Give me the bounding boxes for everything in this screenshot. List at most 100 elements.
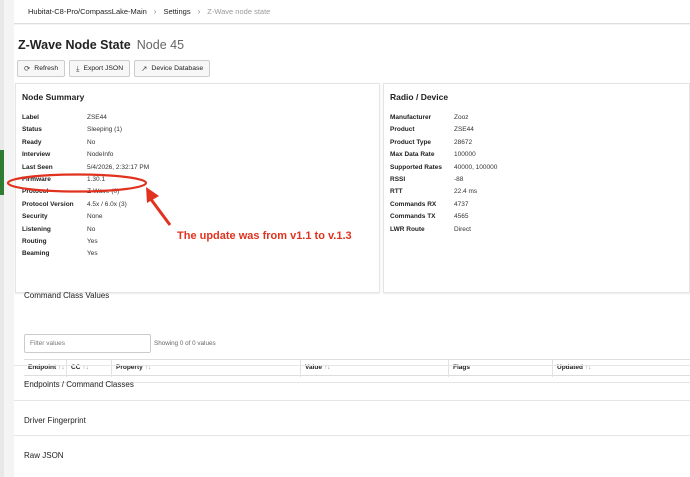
row-value: ZSE44 — [454, 126, 474, 134]
external-link-icon: ↗ — [141, 64, 148, 73]
device-database-label: Device Database — [151, 65, 204, 72]
row-value: No — [87, 138, 96, 146]
export-json-label: Export JSON — [83, 65, 124, 72]
row-value: No — [87, 225, 96, 233]
section-divider — [14, 400, 690, 401]
summary-row-ready: Ready No — [22, 139, 149, 151]
row-key: Protocol Version — [22, 200, 74, 208]
summary-row-label: Label ZSE44 — [22, 114, 149, 126]
export-json-button[interactable]: ⤓ Export JSON — [69, 60, 131, 77]
summary-row-firmware: Firmware 1.30.1 — [22, 176, 149, 188]
row-value: Yes — [87, 237, 98, 245]
row-value: 1.30.1 — [87, 175, 106, 183]
radio-row-product-type: Product Type 28672 — [390, 139, 497, 151]
row-value: 28672 — [454, 138, 473, 146]
row-key: Listening — [22, 225, 51, 233]
filter-values-input[interactable]: Filter values — [24, 334, 151, 353]
row-value: 40000, 100000 — [454, 163, 498, 171]
annotation-text: The update was from v1.1 to v.1.3 — [177, 230, 352, 242]
endpoints-section-title[interactable]: Endpoints / Command Classes — [24, 380, 134, 389]
radio-row-rtt: RTT 22.4 ms — [390, 188, 497, 200]
row-value: NodeInfo — [87, 151, 114, 159]
showing-count: Showing 0 of 0 values — [154, 340, 216, 347]
radio-device-list: Manufacturer Zooz Product ZSE44 Product Ty… — [390, 114, 497, 238]
summary-row-protocol: Protocol Z-Wave (0) — [22, 188, 149, 200]
page-title: Z-Wave Node State Node 45 — [18, 38, 184, 52]
row-key: RSSI — [390, 175, 406, 183]
node-id-subtitle: Node 45 — [136, 38, 185, 52]
summary-row-security: Security None — [22, 213, 149, 225]
download-icon: ⤓ — [76, 63, 80, 73]
row-key: Routing — [22, 237, 47, 245]
row-key: Ready — [22, 138, 42, 146]
row-key: Beaming — [22, 250, 50, 258]
page-title-text: Z-Wave Node State — [18, 38, 131, 52]
row-key: Commands TX — [390, 213, 436, 221]
radio-row-commands-rx: Commands RX 4737 — [390, 201, 497, 213]
refresh-label: Refresh — [34, 65, 59, 72]
refresh-icon: ⟳ — [24, 64, 31, 73]
row-value: 100000 — [454, 151, 476, 159]
column-divider — [66, 360, 67, 377]
column-divider — [552, 360, 553, 377]
row-key: Commands RX — [390, 200, 437, 208]
command-class-table-header: Endpoint ↑↓ CC ↑↓ Property ↑↓ Value ↑↓ Flags… — [24, 359, 690, 377]
row-value: 5/4/2026, 2:32:17 PM — [87, 163, 150, 171]
radio-device-title: Radio / Device — [390, 92, 449, 102]
row-key: Product Type — [390, 138, 432, 146]
row-key: Max Data Rate — [390, 151, 435, 159]
row-value: Direct — [454, 225, 471, 233]
summary-row-interview: Interview NodeInfo — [22, 151, 149, 163]
breadcrumb: Hubitat-C8-Pro/CompassLake-Main › Settin… — [14, 0, 690, 24]
radio-row-supported-rates: Supported Rates 40000, 100000 — [390, 164, 497, 176]
row-value: Z-Wave (0) — [87, 188, 120, 196]
summary-row-protocol-version: Protocol Version 4.5x / 6.0x (3) — [22, 201, 149, 213]
column-divider — [111, 360, 112, 377]
radio-row-product: Product ZSE44 — [390, 126, 497, 138]
left-edge-strip — [0, 0, 4, 477]
breadcrumb-settings[interactable]: Settings — [163, 7, 190, 16]
summary-row-beaming: Beaming Yes — [22, 250, 149, 262]
driver-fingerprint-section-title[interactable]: Driver Fingerprint — [24, 416, 86, 425]
section-divider — [14, 435, 690, 436]
chevron-right-icon: › — [197, 7, 201, 16]
summary-row-last-seen: Last Seen 5/4/2026, 2:32:17 PM — [22, 164, 149, 176]
summary-row-status: Status Sleeping (1) — [22, 126, 149, 138]
command-class-values-title: Command Class Values — [24, 291, 110, 300]
chevron-right-icon: › — [153, 7, 157, 16]
main-content: Z-Wave Node State Node 45 ⟳ Refresh ⤓ Exp… — [14, 25, 690, 477]
row-key: Product — [390, 126, 415, 134]
row-key: Protocol — [22, 188, 49, 196]
radio-device-card: Radio / Device Manufacturer Zooz Product Z… — [383, 83, 690, 293]
raw-json-section-title[interactable]: Raw JSON — [24, 451, 64, 460]
row-key: Firmware — [22, 175, 51, 183]
row-key: Status — [22, 126, 42, 134]
column-divider — [300, 360, 301, 377]
row-value: Sleeping (1) — [87, 126, 123, 134]
row-value: None — [87, 213, 103, 221]
row-key: Supported Rates — [390, 163, 443, 171]
radio-row-lwr-route: LWR Route Direct — [390, 226, 497, 238]
row-value: 22.4 ms — [454, 188, 478, 196]
radio-row-manufacturer: Manufacturer Zooz — [390, 114, 497, 126]
row-value: Yes — [87, 250, 98, 258]
node-summary-card: Node Summary Label ZSE44 Status Sleeping (… — [15, 83, 380, 293]
row-key: Security — [22, 213, 48, 221]
radio-row-commands-tx: Commands TX 4565 — [390, 213, 497, 225]
row-value: ZSE44 — [87, 114, 107, 121]
row-key: Interview — [22, 151, 51, 159]
summary-row-listening: Listening No — [22, 226, 149, 238]
breadcrumb-hub[interactable]: Hubitat-C8-Pro/CompassLake-Main — [28, 7, 147, 16]
row-key: Manufacturer — [390, 114, 432, 121]
refresh-button[interactable]: ⟳ Refresh — [17, 60, 66, 77]
status-accent-bar — [0, 150, 4, 195]
node-summary-list: Label ZSE44 Status Sleeping (1) Ready No In… — [22, 114, 149, 263]
row-value: Zooz — [454, 114, 469, 121]
toolbar: ⟳ Refresh ⤓ Export JSON ↗ Device Databas… — [17, 60, 211, 77]
breadcrumb-current: Z-Wave node state — [207, 7, 271, 16]
section-divider — [14, 365, 690, 366]
device-database-button[interactable]: ↗ Device Database — [134, 60, 211, 77]
summary-row-routing: Routing Yes — [22, 238, 149, 250]
row-value: 4.5x / 6.0x (3) — [87, 200, 127, 208]
row-value: -88 — [454, 175, 464, 183]
